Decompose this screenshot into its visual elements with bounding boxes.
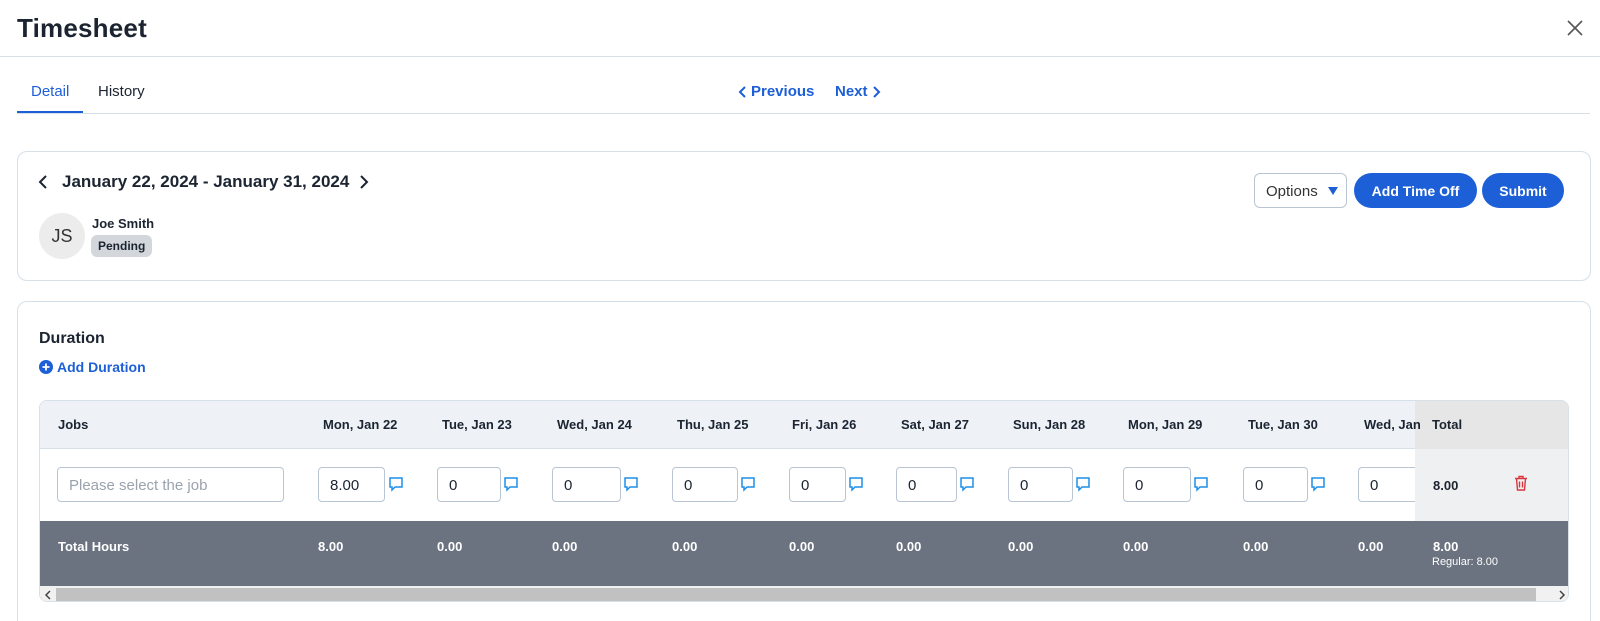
options-label: Options [1266, 183, 1318, 200]
comment-icon[interactable] [740, 476, 756, 492]
close-icon[interactable] [1564, 17, 1586, 39]
status-badge: Pending [91, 235, 153, 257]
chevron-left-icon [738, 85, 746, 98]
hours-input[interactable]: 0 [789, 467, 846, 502]
comment-icon[interactable] [959, 476, 975, 492]
table-row: Please select the job 8.00 0 0 0 0 0 0 0… [40, 449, 1568, 521]
comment-icon[interactable] [388, 476, 404, 492]
day-total: 0.00 [552, 539, 578, 554]
total-hours-label: Total Hours [58, 539, 130, 554]
comment-icon[interactable] [848, 476, 864, 492]
options-dropdown[interactable]: Options [1254, 173, 1347, 208]
period-label: January 22, 2024 - January 31, 2024 [62, 172, 350, 191]
day-header: Sun, Jan 28 [1013, 417, 1086, 432]
comment-icon[interactable] [1310, 476, 1326, 492]
employee-name: Joe Smith [92, 216, 155, 231]
period-next-icon[interactable] [359, 173, 373, 191]
scroll-left-icon[interactable] [40, 586, 56, 601]
comment-icon[interactable] [503, 476, 519, 492]
chevron-right-icon [872, 85, 880, 98]
total-header: Total [1432, 417, 1463, 432]
grand-total: 8.00 [1433, 539, 1459, 554]
plus-circle-icon [39, 360, 53, 374]
table-header: Jobs Mon, Jan 22 Tue, Jan 23 Wed, Jan 24… [40, 401, 1568, 449]
trash-icon[interactable] [1514, 475, 1528, 491]
day-total: 0.00 [896, 539, 922, 554]
comment-icon[interactable] [623, 476, 639, 492]
table-footer: Total Hours 8.00 0.00 0.00 0.00 0.00 0.0… [40, 521, 1568, 586]
day-header: Tue, Jan 23 [442, 417, 512, 432]
day-header: Wed, Jan 24 [557, 417, 632, 432]
dialog-header: Timesheet [0, 0, 1600, 57]
day-header: Mon, Jan 22 [323, 417, 398, 432]
hours-input[interactable]: 0 [1008, 467, 1073, 502]
scrollbar-thumb[interactable] [56, 588, 1536, 601]
previous-label: Previous [751, 83, 815, 100]
comment-icon[interactable] [1193, 476, 1209, 492]
add-duration-button[interactable]: Add Duration [39, 359, 146, 375]
day-total: 0.00 [1123, 539, 1149, 554]
next-button[interactable]: Next [835, 83, 881, 100]
day-total: 0.00 [437, 539, 463, 554]
day-header: Sat, Jan 27 [901, 417, 969, 432]
day-header: Wed, Jan [1364, 417, 1421, 432]
day-total: 0.00 [672, 539, 698, 554]
day-total: 0.00 [1243, 539, 1269, 554]
hours-input[interactable]: 0 [896, 467, 957, 502]
job-select-input[interactable]: Please select the job [57, 467, 284, 502]
row-total: 8.00 [1433, 478, 1459, 493]
jobs-header: Jobs [58, 417, 89, 432]
tab-history[interactable]: History [98, 83, 145, 100]
add-time-off-button[interactable]: Add Time Off [1354, 173, 1477, 208]
next-label: Next [835, 83, 868, 100]
horizontal-scrollbar[interactable] [40, 586, 1568, 601]
hours-input[interactable]: 0 [1123, 467, 1191, 502]
day-total: 8.00 [318, 539, 344, 554]
period-prev-icon[interactable] [38, 173, 52, 191]
duration-title: Duration [39, 330, 105, 347]
scroll-right-icon[interactable] [1554, 586, 1568, 601]
submit-button[interactable]: Submit [1482, 173, 1564, 208]
previous-button[interactable]: Previous [738, 83, 814, 100]
period-card: January 22, 2024 - January 31, 2024 JS J… [17, 151, 1591, 281]
day-header: Tue, Jan 30 [1248, 417, 1318, 432]
day-header: Thu, Jan 25 [677, 417, 749, 432]
day-total: 0.00 [1008, 539, 1034, 554]
caret-down-icon [1328, 187, 1338, 195]
hours-input[interactable]: 0 [1243, 467, 1308, 502]
period-selector: January 22, 2024 - January 31, 2024 [38, 172, 373, 192]
duration-table: Jobs Mon, Jan 22 Tue, Jan 23 Wed, Jan 24… [39, 400, 1569, 602]
day-total: 0.00 [1358, 539, 1384, 554]
day-header: Mon, Jan 29 [1128, 417, 1203, 432]
hours-input[interactable]: 0 [672, 467, 738, 502]
page-title: Timesheet [17, 13, 147, 43]
tab-detail[interactable]: Detail [16, 83, 84, 113]
regular-total: Regular: 8.00 [1432, 556, 1499, 568]
tab-bar: Detail History Previous Next [16, 70, 1590, 114]
avatar: JS [39, 213, 85, 259]
add-duration-label: Add Duration [57, 359, 146, 375]
hours-input[interactable]: 0 [1358, 467, 1415, 502]
hours-input[interactable]: 8.00 [318, 467, 385, 502]
day-header: Fri, Jan 26 [792, 417, 857, 432]
comment-icon[interactable] [1075, 476, 1091, 492]
hours-input[interactable]: 0 [552, 467, 621, 502]
duration-card: Duration Add Duration Jobs Mon, Jan 22 T… [17, 301, 1591, 621]
day-total: 0.00 [789, 539, 815, 554]
hours-input[interactable]: 0 [437, 467, 501, 502]
